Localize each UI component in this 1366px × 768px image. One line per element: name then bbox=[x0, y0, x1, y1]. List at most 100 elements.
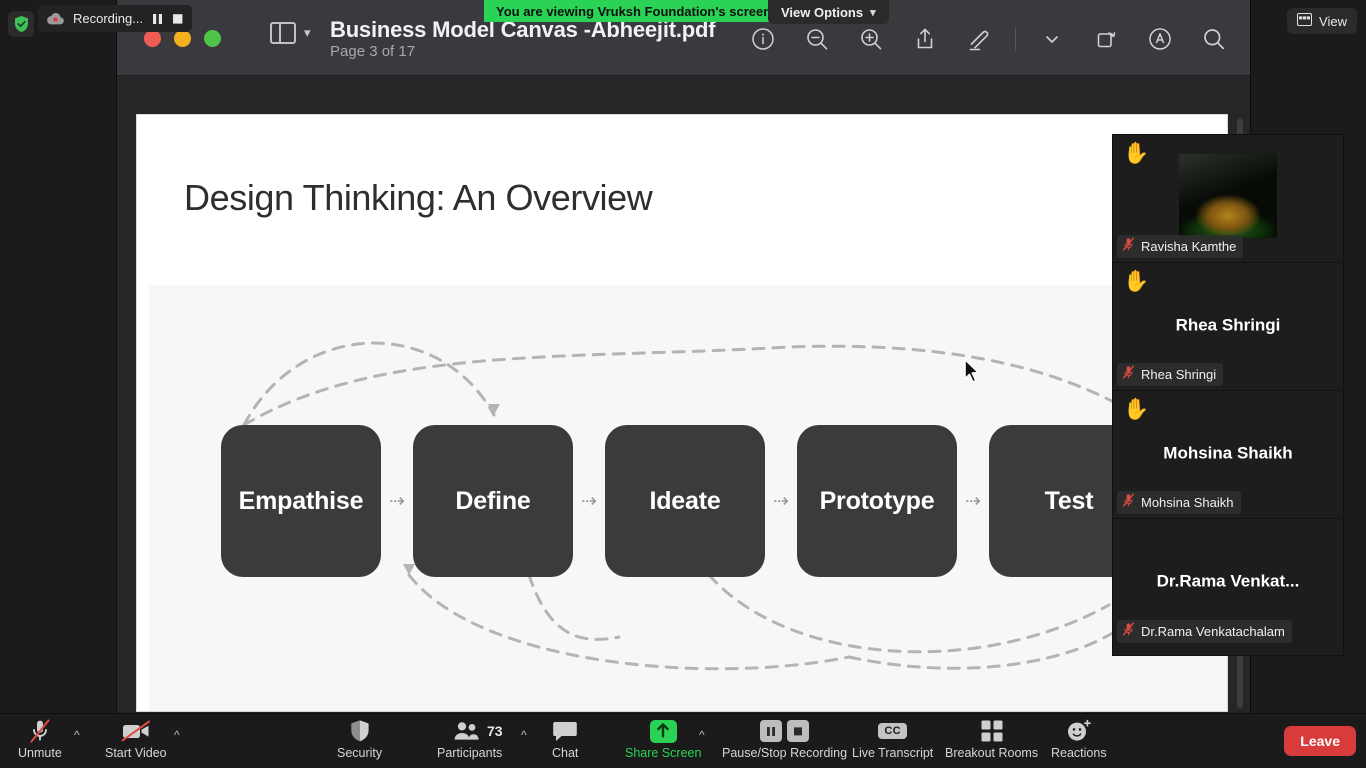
slide-title: Design Thinking: An Overview bbox=[184, 177, 653, 218]
stage-box: Prototype bbox=[797, 425, 957, 577]
info-icon[interactable] bbox=[745, 21, 781, 57]
maximize-window-button[interactable] bbox=[204, 30, 221, 47]
participant-name-badge: Dr.Rama Venkatachalam bbox=[1117, 620, 1292, 643]
window-traffic-lights[interactable] bbox=[144, 30, 221, 47]
start-video-button[interactable]: Start Video bbox=[105, 718, 167, 766]
breakout-rooms-icon bbox=[980, 718, 1004, 744]
participant-filmstrip[interactable]: ✋ Ravisha Kamthe ✋ Rhea Shringi Rhea Shr… bbox=[1113, 135, 1343, 655]
markup-pen-icon[interactable] bbox=[961, 21, 997, 57]
share-screen-button[interactable]: Share Screen bbox=[625, 718, 701, 766]
rotate-icon[interactable] bbox=[1088, 21, 1124, 57]
view-button[interactable]: View bbox=[1287, 8, 1357, 34]
shield-icon bbox=[349, 718, 371, 744]
breakout-rooms-button[interactable]: Breakout Rooms bbox=[945, 718, 1038, 766]
mouse-cursor bbox=[963, 358, 983, 391]
screen-share-banner: You are viewing Vruksh Foundation's scre… bbox=[484, 0, 784, 22]
close-window-button[interactable] bbox=[144, 30, 161, 47]
share-screen-label: Share Screen bbox=[625, 746, 702, 760]
raised-hand-icon: ✋ bbox=[1123, 398, 1150, 421]
raised-hand-icon: ✋ bbox=[1123, 270, 1150, 293]
participant-name: Mohsina Shaikh bbox=[1141, 495, 1234, 510]
leave-button[interactable]: Leave bbox=[1284, 726, 1356, 756]
recording-label: Recording... bbox=[73, 11, 144, 26]
chat-label: Chat bbox=[552, 746, 579, 760]
stage-arrow-icon: ⇢ bbox=[389, 490, 405, 512]
gallery-view-icon bbox=[1297, 13, 1313, 29]
pause-icon[interactable] bbox=[152, 13, 163, 25]
participant-tile[interactable]: ✋ Rhea Shringi Rhea Shringi bbox=[1113, 263, 1343, 391]
participant-name-badge: Ravisha Kamthe bbox=[1117, 235, 1244, 258]
stage-box: Ideate bbox=[605, 425, 765, 577]
participant-display-name: Dr.Rama Venkat... bbox=[1156, 571, 1300, 591]
video-options-caret-icon[interactable]: ^ bbox=[174, 728, 180, 742]
participants-icon bbox=[453, 718, 487, 744]
participant-name: Dr.Rama Venkatachalam bbox=[1141, 624, 1285, 639]
breakout-rooms-label: Breakout Rooms bbox=[945, 746, 1039, 760]
start-video-label: Start Video bbox=[105, 746, 167, 760]
participant-tile[interactable]: Dr.Rama Venkat... Dr.Rama Venkatachalam bbox=[1113, 519, 1343, 647]
participant-tile[interactable]: ✋ Ravisha Kamthe bbox=[1113, 135, 1343, 263]
design-thinking-stages: Empathise ⇢ Define ⇢ Ideate ⇢ Prototype … bbox=[221, 425, 1149, 577]
chevron-down-icon: ▾ bbox=[870, 6, 876, 19]
stage-box: Define bbox=[413, 425, 573, 577]
recording-controls bbox=[760, 718, 810, 744]
security-shield-icon bbox=[8, 11, 34, 37]
view-options-button[interactable]: View Options ▾ bbox=[768, 0, 889, 24]
pdf-toolbar bbox=[745, 21, 1232, 57]
reactions-icon bbox=[1066, 718, 1092, 744]
cc-badge: CC bbox=[878, 723, 907, 739]
pause-stop-recording-button[interactable]: Pause/Stop Recording bbox=[722, 718, 847, 766]
security-label: Security bbox=[337, 746, 383, 760]
participants-label: Participants bbox=[437, 746, 503, 760]
closed-caption-icon: CC bbox=[878, 718, 907, 744]
participant-name-badge: Mohsina Shaikh bbox=[1117, 491, 1241, 514]
stage-arrow-icon: ⇢ bbox=[773, 490, 789, 512]
view-button-label: View bbox=[1319, 13, 1347, 29]
participant-name: Ravisha Kamthe bbox=[1141, 239, 1237, 254]
chat-button[interactable]: Chat bbox=[552, 718, 578, 766]
zoom-out-icon[interactable] bbox=[799, 21, 835, 57]
mic-muted-icon bbox=[1122, 365, 1135, 384]
audio-options-caret-icon[interactable]: ^ bbox=[74, 728, 80, 742]
video-frame-content bbox=[1179, 153, 1277, 238]
stop-icon[interactable] bbox=[172, 13, 183, 25]
security-button[interactable]: Security bbox=[337, 718, 382, 766]
zoom-in-icon[interactable] bbox=[853, 21, 889, 57]
toolbar-divider bbox=[1015, 27, 1016, 51]
mic-muted-icon bbox=[28, 718, 52, 744]
view-options-label: View Options bbox=[781, 4, 864, 20]
live-transcript-button[interactable]: CC Live Transcript bbox=[852, 718, 933, 766]
unmute-button[interactable]: Unmute bbox=[18, 718, 62, 766]
pdf-preview-window: ▾ Business Model Canvas -Abheejit.pdf Pa… bbox=[117, 0, 1250, 713]
minimize-window-button[interactable] bbox=[174, 30, 191, 47]
share-icon[interactable] bbox=[907, 21, 943, 57]
cloud-record-icon bbox=[47, 12, 64, 25]
recording-indicator: Recording... bbox=[38, 5, 193, 32]
participant-name: Rhea Shringi bbox=[1141, 367, 1217, 382]
participant-name-badge: Rhea Shringi bbox=[1117, 363, 1224, 386]
participant-display-name: Rhea Shringi bbox=[1175, 314, 1281, 334]
chevron-down-icon[interactable] bbox=[1034, 21, 1070, 57]
share-screen-caret-icon[interactable]: ^ bbox=[699, 728, 705, 742]
stage-arrow-icon: ⇢ bbox=[965, 490, 981, 512]
stop-icon[interactable] bbox=[787, 720, 810, 742]
stage-box: Empathise bbox=[221, 425, 381, 577]
annotate-icon[interactable] bbox=[1142, 21, 1178, 57]
participant-tile[interactable]: ✋ Mohsina Shaikh Mohsina Shaikh bbox=[1113, 391, 1343, 519]
pdf-page-indicator: Page 3 of 17 bbox=[330, 43, 416, 60]
chat-bubble-icon bbox=[552, 718, 578, 744]
participants-caret-icon[interactable]: ^ bbox=[521, 728, 527, 742]
pause-icon[interactable] bbox=[760, 720, 783, 742]
reactions-button[interactable]: Reactions bbox=[1051, 718, 1107, 766]
live-transcript-label: Live Transcript bbox=[852, 746, 934, 760]
zoom-meeting-window: ▾ Business Model Canvas -Abheejit.pdf Pa… bbox=[0, 0, 1366, 768]
reactions-label: Reactions bbox=[1051, 746, 1107, 760]
pause-stop-recording-label: Pause/Stop Recording bbox=[722, 746, 848, 760]
chevron-down-icon: ▾ bbox=[304, 25, 311, 40]
share-screen-icon bbox=[649, 718, 677, 744]
participant-video bbox=[1179, 153, 1277, 238]
search-icon[interactable] bbox=[1196, 21, 1232, 57]
unmute-label: Unmute bbox=[18, 746, 62, 760]
raised-hand-icon: ✋ bbox=[1123, 142, 1150, 165]
sidebar-toggle-button[interactable]: ▾ bbox=[270, 22, 311, 44]
